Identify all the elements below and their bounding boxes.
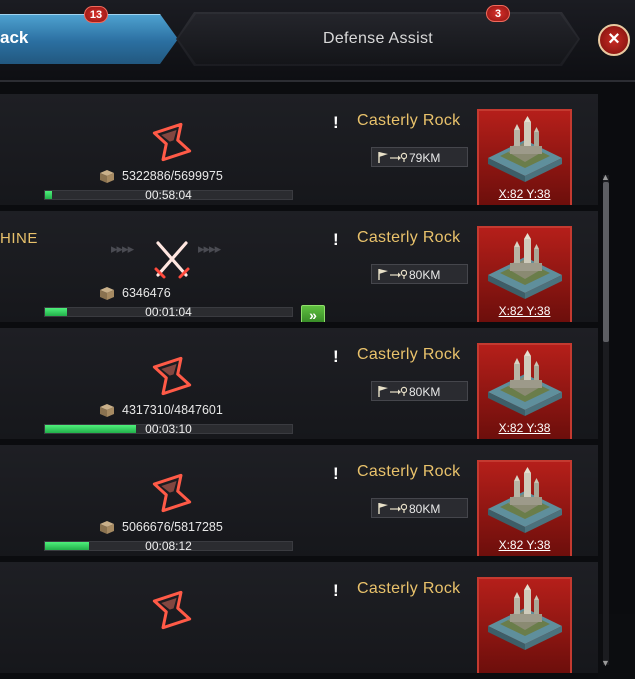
flag-arrow-pin-icon xyxy=(378,152,407,163)
hourglass-icon xyxy=(152,122,192,162)
target-castle-card[interactable]: X:82 Y:38 xyxy=(477,460,572,560)
tab-defense-label: Defense Assist xyxy=(322,30,434,47)
list-item[interactable]: HINE ▸▸▸▸ ▸▸▸▸ 6346476 00:01:04 » ! Cast… xyxy=(0,211,598,328)
castle-image xyxy=(488,233,562,299)
march-list: 5322886/5699975 00:58:04 ! Casterly Rock… xyxy=(0,80,635,679)
alert-icon: ! xyxy=(333,581,339,600)
tab-bar: ack 13 Defense Assist 3 × xyxy=(0,0,635,80)
troops-icon xyxy=(100,170,114,183)
list-item[interactable]: 5322886/5699975 00:58:04 ! Casterly Rock… xyxy=(0,94,598,211)
hourglass-icon xyxy=(152,590,192,630)
castle-image xyxy=(488,350,562,416)
crossed-swords-icon xyxy=(154,241,190,279)
castle-coordinates[interactable]: X:82 Y:38 xyxy=(479,187,570,201)
distance-text: 80KM xyxy=(409,502,441,516)
target-castle-card[interactable]: X:82 Y:38 xyxy=(477,343,572,443)
alert-icon: ! xyxy=(333,464,339,483)
close-icon: × xyxy=(608,28,620,50)
distance-text: 80KM xyxy=(409,385,441,399)
alert-icon: ! xyxy=(333,230,339,249)
castle-image xyxy=(488,584,562,650)
alert-icon: ! xyxy=(333,113,339,132)
hourglass-icon xyxy=(152,473,192,513)
distance-box: 80KM xyxy=(371,498,468,518)
scroll-up-icon[interactable]: ▲ xyxy=(601,172,610,182)
troops-icon xyxy=(100,287,114,300)
tab-attack-badge: 13 xyxy=(84,6,108,23)
tab-defense-badge: 3 xyxy=(486,5,510,22)
march-timer: 00:03:10 xyxy=(145,422,192,436)
troops-icon xyxy=(100,404,114,417)
march-arrows-left-icon: ▸▸▸▸ xyxy=(111,241,134,256)
troop-count-text: 5066676/5817285 xyxy=(122,520,223,534)
scrollbar-thumb[interactable] xyxy=(603,182,609,342)
list-item[interactable]: 5066676/5817285 00:08:12 ! Casterly Rock… xyxy=(0,445,598,562)
target-location[interactable]: Casterly Rock xyxy=(357,463,460,481)
target-location[interactable]: Casterly Rock xyxy=(357,580,460,598)
flag-arrow-pin-icon xyxy=(378,269,407,280)
distance-text: 80KM xyxy=(409,268,441,282)
target-castle-card[interactable]: X:82 Y:38 xyxy=(477,109,572,209)
target-castle-card[interactable] xyxy=(477,577,572,677)
troop-count-text: 5322886/5699975 xyxy=(122,169,223,183)
distance-box: 80KM xyxy=(371,381,468,401)
distance-text: 79KM xyxy=(409,151,441,165)
target-location[interactable]: Casterly Rock xyxy=(357,112,460,130)
target-castle-card[interactable]: X:82 Y:38 xyxy=(477,226,572,326)
list-item[interactable]: 4317310/4847601 00:03:10 ! Casterly Rock… xyxy=(0,328,598,445)
troop-count-text: 6346476 xyxy=(122,286,171,300)
player-name: HINE xyxy=(0,230,38,247)
castle-image xyxy=(488,116,562,182)
tab-attack-label: ack xyxy=(0,28,29,47)
distance-box: 80KM xyxy=(371,264,468,284)
castle-image xyxy=(488,467,562,533)
march-timer: 00:58:04 xyxy=(145,188,192,202)
castle-coordinates[interactable]: X:82 Y:38 xyxy=(479,538,570,552)
castle-coordinates[interactable]: X:82 Y:38 xyxy=(479,304,570,318)
castle-coordinates[interactable]: X:82 Y:38 xyxy=(479,421,570,435)
list-item[interactable]: ! Casterly Rock xyxy=(0,562,598,679)
march-timer: 00:01:04 xyxy=(145,305,192,319)
distance-box: 79KM xyxy=(371,147,468,167)
speed-up-button[interactable]: » xyxy=(301,305,325,327)
close-button[interactable]: × xyxy=(598,24,630,56)
tab-defense-assist[interactable]: Defense Assist xyxy=(178,14,578,64)
hourglass-icon xyxy=(152,356,192,396)
alert-icon: ! xyxy=(333,347,339,366)
march-arrows-right-icon: ▸▸▸▸ xyxy=(198,241,221,256)
flag-arrow-pin-icon xyxy=(378,503,407,514)
target-location[interactable]: Casterly Rock xyxy=(357,229,460,247)
troops-icon xyxy=(100,521,114,534)
march-timer: 00:08:12 xyxy=(145,539,192,553)
scroll-down-icon[interactable]: ▼ xyxy=(601,658,610,668)
flag-arrow-pin-icon xyxy=(378,386,407,397)
target-location[interactable]: Casterly Rock xyxy=(357,346,460,364)
troop-count-text: 4317310/4847601 xyxy=(122,403,223,417)
